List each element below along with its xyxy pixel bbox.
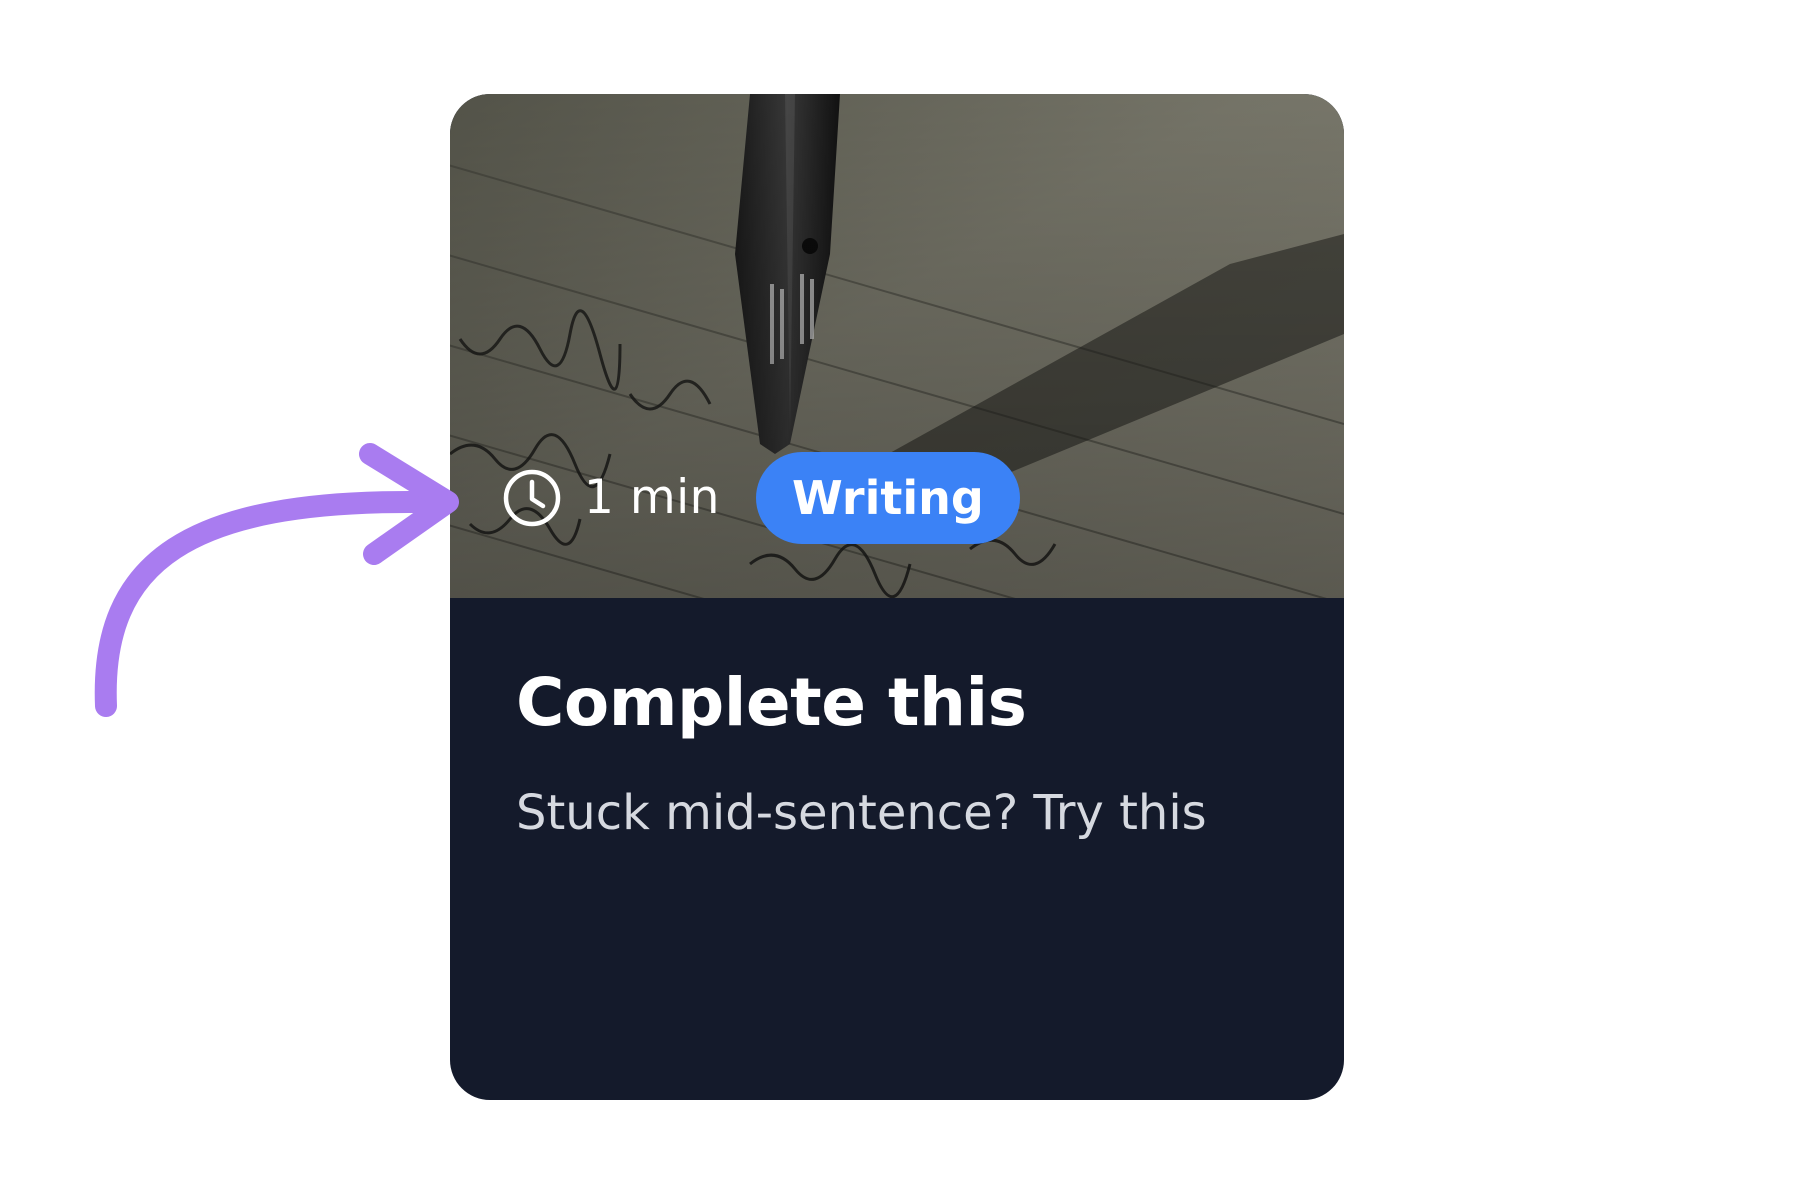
category-badge[interactable]: Writing (755, 452, 1020, 544)
card-subtitle: Stuck mid-sentence? Try this (516, 785, 1207, 841)
canvas: 1 min Writing Complete this Stuck mid-se… (0, 0, 1798, 1198)
card-body: Complete this Stuck mid-sentence? Try th… (516, 664, 1284, 841)
curved-arrow-icon (80, 420, 500, 745)
card-meta-row: 1 min Writing (502, 452, 1020, 544)
card-hero-image: 1 min Writing (450, 94, 1344, 598)
card-title: Complete this (516, 664, 1027, 741)
clock-icon (502, 468, 562, 528)
duration-label: 1 min (584, 470, 720, 525)
content-card[interactable]: 1 min Writing Complete this Stuck mid-se… (450, 94, 1344, 1100)
